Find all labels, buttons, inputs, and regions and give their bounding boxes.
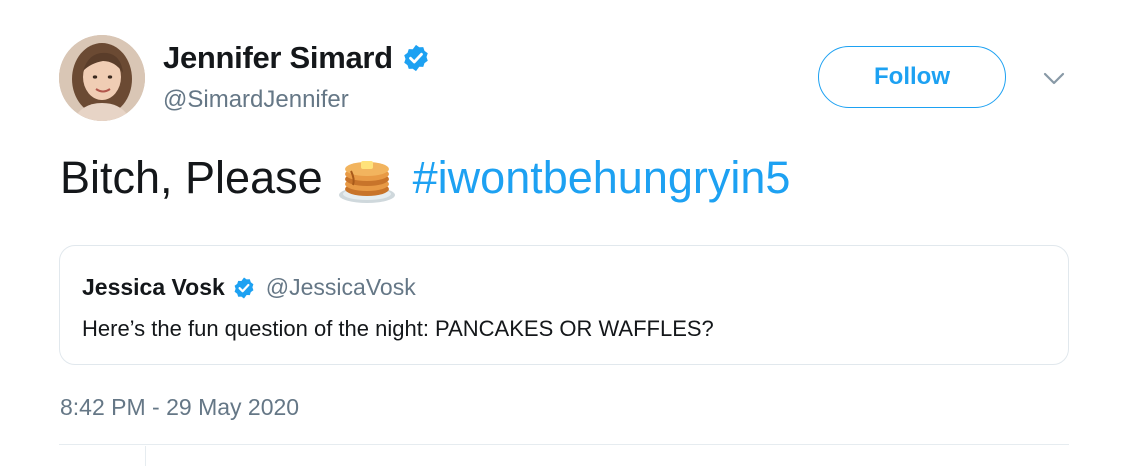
divider — [59, 444, 1069, 445]
thread-line — [145, 446, 146, 466]
quoted-verified-badge-icon — [234, 277, 254, 298]
author-name-row: Jennifer Simard — [163, 40, 431, 76]
tweet-timestamp[interactable]: 8:42 PM - 29 May 2020 — [60, 394, 299, 421]
hashtag-link[interactable]: #iwontbehungryin5 — [413, 152, 791, 204]
follow-button[interactable]: Follow — [818, 46, 1006, 108]
tweet-text: Bitch, Please #iwontbehungryin5 — [60, 151, 790, 205]
author-name[interactable]: Jennifer Simard — [163, 40, 393, 76]
author-handle[interactable]: @SimardJennifer — [163, 86, 349, 114]
verified-badge-icon — [404, 44, 428, 72]
quoted-tweet-text: Here’s the fun question of the night: PA… — [82, 316, 714, 341]
quoted-author-name: Jessica Vosk — [82, 274, 225, 300]
tweet-body-text: Bitch, Please — [60, 152, 323, 203]
more-options-chevron-down-icon[interactable] — [1040, 66, 1068, 90]
avatar-image — [59, 35, 145, 121]
pancakes-emoji-icon — [338, 161, 395, 203]
author-avatar[interactable] — [59, 35, 145, 121]
quoted-author-handle: @JessicaVosk — [265, 274, 416, 300]
tweet-card: Jennifer Simard @SimardJennifer Follow B… — [0, 0, 1136, 466]
quoted-tweet-card[interactable]: Jessica Vosk @JessicaVosk Here’s the fun… — [59, 245, 1069, 365]
quoted-tweet-header: Jessica Vosk @JessicaVosk — [82, 274, 416, 301]
